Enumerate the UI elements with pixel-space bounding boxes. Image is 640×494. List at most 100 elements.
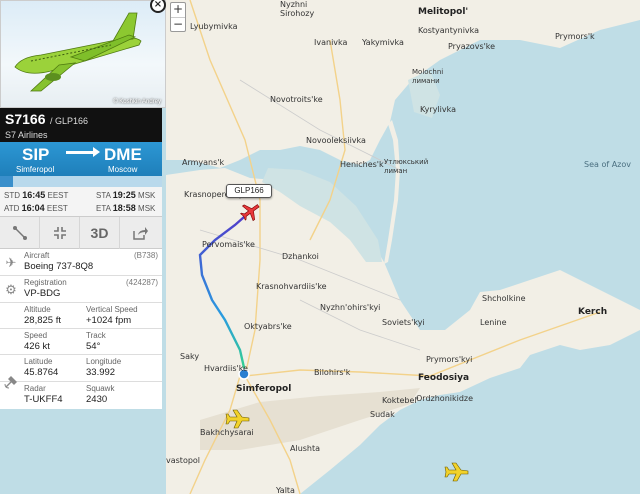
town-label: Yalta <box>276 486 295 494</box>
town-label: Novotroits'ke <box>270 95 323 104</box>
town-label: Feodosiya <box>418 373 470 383</box>
flight-tracker-screen: Nyzhni Sirohozy Melitopol' Lyubymivka Ya… <box>0 0 640 494</box>
3d-view-button[interactable]: 3D <box>80 217 120 249</box>
progress-fill <box>0 176 13 187</box>
town-label: Prymors'kyi <box>426 355 473 364</box>
squawk-label: Squawk <box>86 384 115 393</box>
vertical-speed-value: +1024 fpm <box>86 315 132 326</box>
town-label: Molochni лимани <box>412 68 444 85</box>
speed-row: Speed 426 kt Track 54° <box>0 329 162 355</box>
town-label: Lyubymivka <box>190 22 238 31</box>
town-label: Bakhchysarai <box>200 428 254 437</box>
destination-city: Moscow <box>108 165 138 174</box>
speed-label: Speed <box>24 331 48 340</box>
std-row: STD 16:45 EEST <box>4 190 69 200</box>
toolbar: 3D <box>0 217 162 249</box>
atd-row: ATD 16:04 EEST <box>4 203 68 213</box>
fullscreen-button[interactable] <box>40 217 80 249</box>
track-cell: Track 54° <box>86 331 106 352</box>
town-label: Bilohirs'k <box>314 368 351 377</box>
town-label: Krasnohvardiis'ke <box>256 282 327 291</box>
town-label: Melitopol' <box>418 7 469 17</box>
radar-label: Radar <box>24 384 46 393</box>
town-label: Yakymivka <box>362 38 404 47</box>
route-button[interactable] <box>0 217 40 249</box>
aircraft-photo: © Koshkin Andrey <box>0 0 166 108</box>
town-label: Shcholkine <box>482 294 526 303</box>
latitude-cell: Latitude 45.8764 <box>24 357 58 378</box>
registration-row: ⚙ Registration VP-BDG (424287) <box>0 276 162 303</box>
town-label: Nyzhn'ohirs'kyi <box>320 303 381 312</box>
photo-credit: © Koshkin Andrey <box>113 99 161 105</box>
registration-value: VP-BDG <box>24 288 61 299</box>
zoom-out-button[interactable]: − <box>171 17 185 31</box>
flight-details: ✈ Aircraft Boeing 737-8Q8 (B738) ⚙ Regis… <box>0 249 162 409</box>
route-icon <box>12 226 27 240</box>
latitude-label: Latitude <box>24 357 53 366</box>
longitude-label: Longitude <box>86 357 122 366</box>
altitude-cell: Altitude 28,825 ft <box>24 305 61 326</box>
flight-tag[interactable]: GLP166 <box>226 184 272 198</box>
aircraft-code: (B738) <box>133 251 158 260</box>
track-value: 54° <box>86 341 101 352</box>
town-label: Lenine <box>480 318 507 327</box>
sta-row: STA 19:25 MSK <box>96 190 156 200</box>
track-label: Track <box>86 331 106 340</box>
town-label: Heniches'k <box>340 160 384 169</box>
vertical-speed-label: Vertical Speed <box>86 305 138 314</box>
callsign: / GLP166 <box>49 116 88 126</box>
town-label: Ivanivka <box>314 38 348 47</box>
flight-number: S7166 <box>5 111 46 127</box>
eta-row: ETA 18:58 MSK <box>96 203 156 213</box>
town-label: Nyzhni Sirohozy <box>280 0 315 18</box>
flight-header: S7166 / GLP166 S7 Airlines <box>0 108 162 142</box>
zoom-control: + − <box>170 2 186 32</box>
town-label: Oktyabrs'ke <box>244 322 292 331</box>
town-label: Dzhankoi <box>282 252 319 261</box>
aircraft-row: ✈ Aircraft Boeing 737-8Q8 (B738) <box>0 249 162 276</box>
town-label: Ordzhonikidze <box>416 394 474 403</box>
airline-name: S7 Airlines <box>5 130 48 140</box>
vertical-speed-cell: Vertical Speed +1024 fpm <box>86 305 138 326</box>
zoom-in-button[interactable]: + <box>171 3 185 17</box>
flight-progress-bar <box>0 176 162 187</box>
flight-info-panel: © Koshkin Andrey × S7166 / GLP166 S7 Air… <box>0 0 166 494</box>
town-label: Soviets'kyi <box>382 318 425 327</box>
town-label: Sudak <box>370 410 395 419</box>
flight-times: STD 16:45 EEST ATD 16:04 EEST STA 19:25 … <box>0 187 162 217</box>
origin-city: Simferopol <box>16 165 55 174</box>
destination-code: DME <box>104 145 142 164</box>
town-label: Simferopol <box>236 384 292 394</box>
position-row: Latitude 45.8764 Longitude 33.992 <box>0 355 162 389</box>
fullscreen-icon <box>53 227 66 239</box>
aircraft-value: Boeing 737-8Q8 <box>24 261 94 272</box>
registration-label: Registration <box>24 278 67 287</box>
altitude-value: 28,825 ft <box>24 315 61 326</box>
share-button[interactable] <box>120 217 160 249</box>
town-label: Prymors'k <box>555 32 595 41</box>
radar-value: T-UKFF4 <box>24 394 63 405</box>
origin-code: SIP <box>22 145 50 164</box>
town-label: Kostyantynivka <box>418 26 480 35</box>
altitude-row: Altitude 28,825 ft Vertical Speed +1024 … <box>0 303 162 329</box>
squawk-cell: Squawk 2430 <box>86 384 114 405</box>
town-label: Pervomais'ke <box>202 240 255 249</box>
longitude-value: 33.992 <box>86 367 116 378</box>
registration-code: (424287) <box>125 278 158 287</box>
town-label: Novooleksiivka <box>306 136 366 145</box>
latitude-value: 45.8764 <box>24 367 59 378</box>
town-label: Pryazovs'ke <box>448 42 496 51</box>
town-label: Koktebel' <box>382 396 419 405</box>
radar-cell: Radar T-UKFF4 <box>24 384 63 405</box>
speed-value: 426 kt <box>24 341 50 352</box>
aircraft-cell: Aircraft Boeing 737-8Q8 <box>24 251 93 272</box>
town-label: vastopol <box>166 456 201 465</box>
aircraft-label: Aircraft <box>24 251 50 260</box>
route-arrow-icon <box>66 147 100 157</box>
registration-icon: ⚙ <box>5 281 17 297</box>
town-label: Hvardiis'ke <box>204 364 248 373</box>
town-label: Saky <box>180 352 200 361</box>
registration-cell: Registration VP-BDG <box>24 278 67 299</box>
town-label: Alushta <box>290 444 321 453</box>
radar-row: Radar T-UKFF4 Squawk 2430 <box>0 382 162 409</box>
